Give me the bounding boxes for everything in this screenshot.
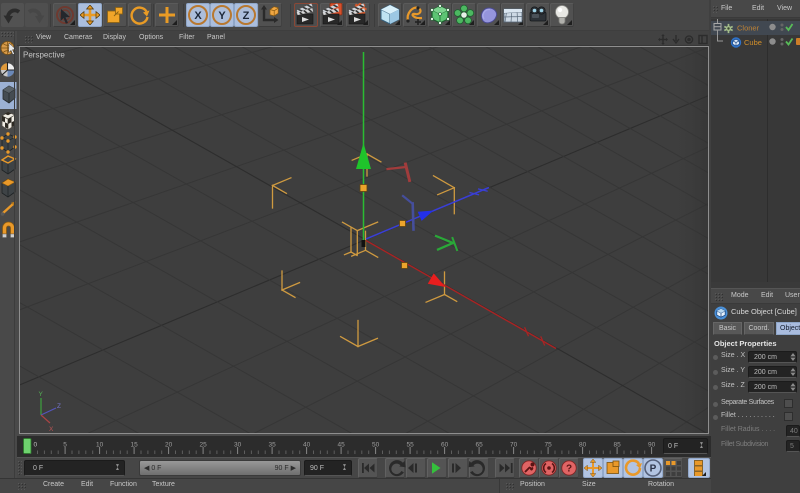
svg-text:55: 55 bbox=[406, 442, 414, 449]
svg-text:0: 0 bbox=[34, 442, 38, 449]
svg-text:20: 20 bbox=[165, 442, 173, 449]
svg-text:Cube: Cube bbox=[744, 38, 762, 47]
svg-text:P: P bbox=[650, 464, 657, 475]
svg-text:60: 60 bbox=[441, 442, 449, 449]
svg-text:Cloner: Cloner bbox=[737, 24, 760, 33]
svg-text:X: X bbox=[194, 10, 202, 22]
svg-text:25: 25 bbox=[199, 442, 207, 449]
svg-text:70: 70 bbox=[510, 442, 518, 449]
svg-text:Z: Z bbox=[57, 403, 61, 410]
svg-text:?: ? bbox=[566, 464, 572, 475]
svg-text:75: 75 bbox=[544, 442, 552, 449]
svg-text:X: X bbox=[49, 426, 54, 433]
svg-text:Z: Z bbox=[243, 10, 250, 22]
svg-text:45: 45 bbox=[337, 442, 345, 449]
svg-text:15: 15 bbox=[130, 442, 138, 449]
svg-text:90: 90 bbox=[648, 442, 656, 449]
svg-text:Y: Y bbox=[39, 391, 44, 398]
svg-text:10: 10 bbox=[96, 442, 104, 449]
svg-text:Perspective: Perspective bbox=[23, 51, 65, 60]
svg-text:5: 5 bbox=[63, 442, 67, 449]
svg-text:35: 35 bbox=[268, 442, 276, 449]
svg-text:Y: Y bbox=[218, 10, 226, 22]
svg-text:30: 30 bbox=[234, 442, 242, 449]
svg-text:50: 50 bbox=[372, 442, 380, 449]
svg-text:80: 80 bbox=[579, 442, 587, 449]
svg-text:85: 85 bbox=[613, 442, 621, 449]
svg-text:40: 40 bbox=[303, 442, 311, 449]
svg-text:65: 65 bbox=[475, 442, 483, 449]
